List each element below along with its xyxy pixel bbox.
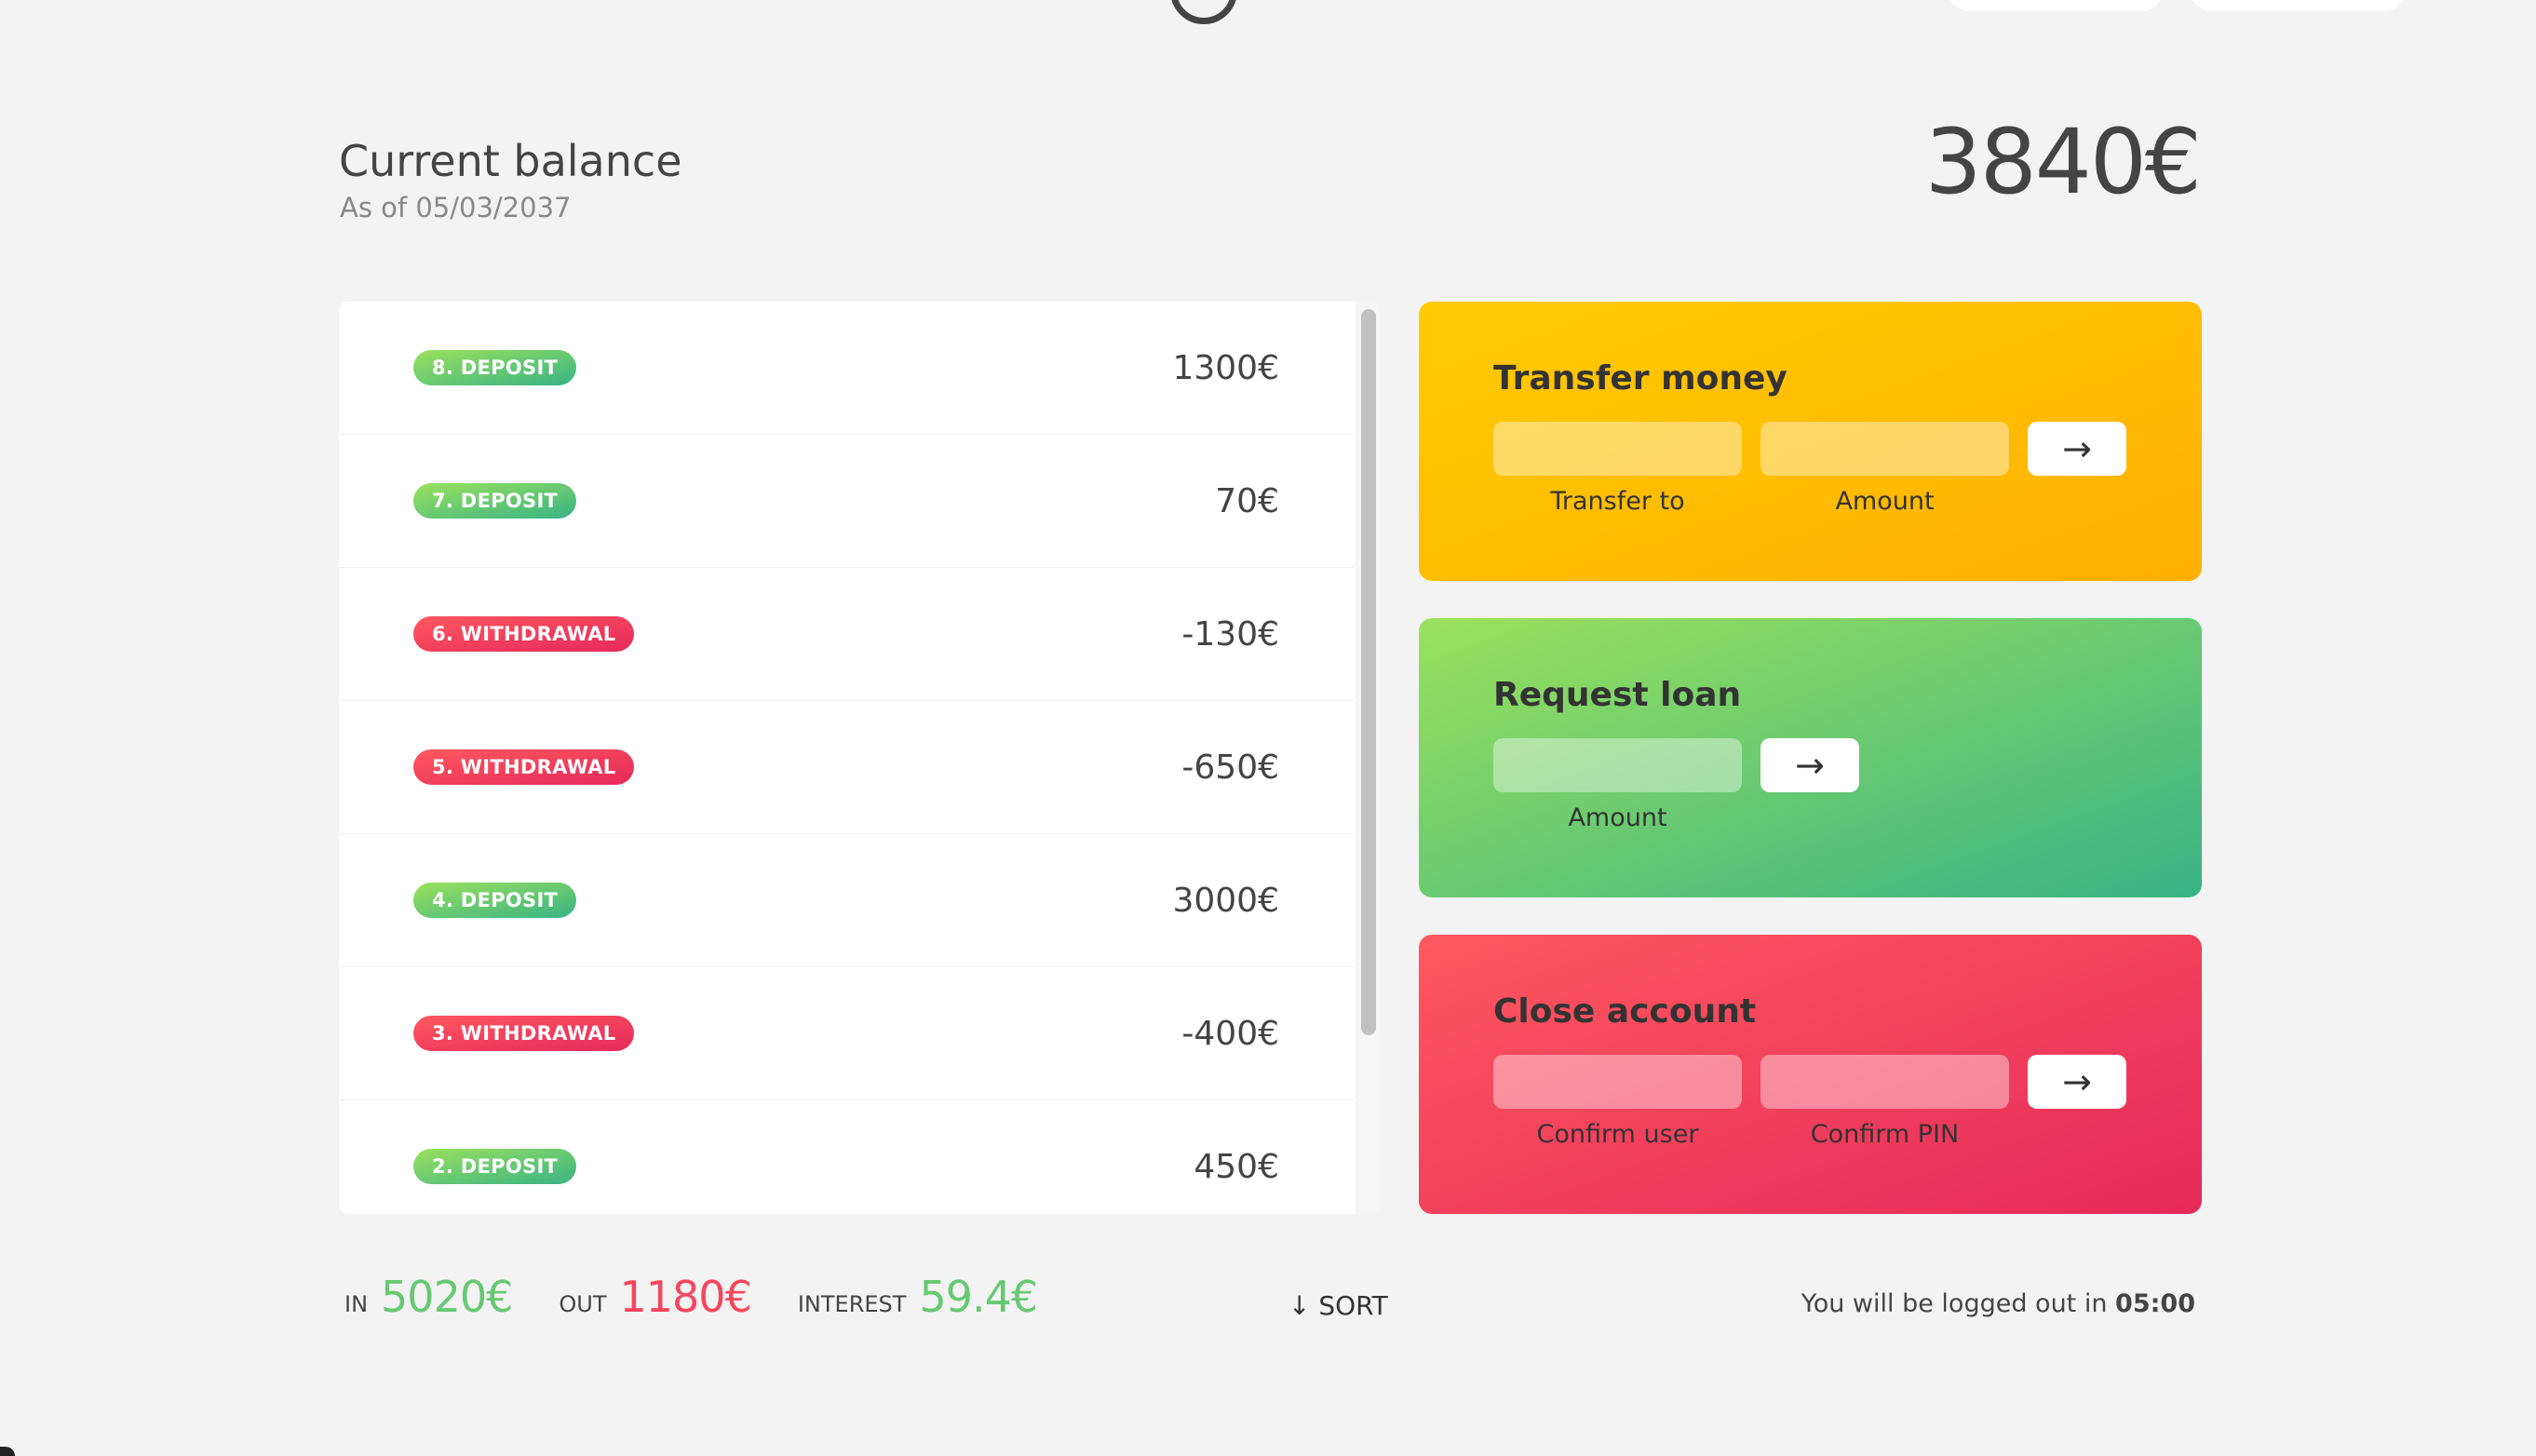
summary-interest-label: Interest <box>797 1291 907 1317</box>
confirm-user-label: Confirm user <box>1536 1120 1699 1149</box>
transfer-to-input[interactable] <box>1493 422 1742 476</box>
logout-timer-notice: You will be logged out in 05:00 <box>1801 1289 2195 1318</box>
movement-row: 4. DEPOSIT 3000€ <box>339 834 1354 967</box>
request-loan-card: Request loan Amount → <box>1419 618 2202 897</box>
movement-row: 7. DEPOSIT 70€ <box>339 435 1354 568</box>
balance-value: 3840€ <box>1924 110 2202 214</box>
movement-row: 2. DEPOSIT 450€ <box>339 1100 1354 1188</box>
balance-date: As of 05/03/2037 <box>340 192 572 223</box>
loan-amount-input[interactable] <box>1493 738 1742 792</box>
confirm-pin-label: Confirm PIN <box>1810 1120 1960 1149</box>
close-submit-button[interactable]: → <box>2028 1055 2126 1109</box>
movement-row: 8. DEPOSIT 1300€ <box>339 302 1354 435</box>
movement-type-badge: 3. WITHDRAWAL <box>413 1016 635 1051</box>
loan-amount-label: Amount <box>1568 803 1667 832</box>
summary-in-value: 5020€ <box>381 1272 513 1322</box>
movement-value: 1300€ <box>1172 348 1279 387</box>
transfer-money-card: Transfer money Transfer to Amount → <box>1419 302 2202 581</box>
balance-label: Current balance <box>339 136 682 186</box>
summary-interest-value: 59.4€ <box>919 1272 1038 1322</box>
transfer-amount-label: Amount <box>1835 487 1935 516</box>
transfer-form: Transfer to Amount → <box>1493 422 2127 516</box>
loan-form: Amount → <box>1493 738 2127 832</box>
logout-timer: 05:00 <box>2115 1289 2195 1318</box>
scrollbar-thumb[interactable] <box>1361 309 1376 1035</box>
movement-type-badge: 6. WITHDRAWAL <box>413 616 635 652</box>
login-user-input[interactable] <box>1948 0 2164 11</box>
movement-row: 3. WITHDRAWAL -400€ <box>339 967 1354 1100</box>
logout-text: You will be logged out in <box>1801 1289 2116 1318</box>
movement-value: 70€ <box>1215 481 1279 520</box>
movement-value: 3000€ <box>1172 881 1279 920</box>
summary-in-label: In <box>344 1291 369 1317</box>
transfer-amount-input[interactable] <box>1760 422 2009 476</box>
movement-type-badge: 8. DEPOSIT <box>413 350 577 385</box>
movement-value: -650€ <box>1181 748 1279 787</box>
movement-row: 6. WITHDRAWAL -130€ <box>339 568 1354 701</box>
summary-bar: In 5020€ Out 1180€ Interest 59.4€ <box>344 1272 1084 1322</box>
window-corner <box>0 1447 15 1456</box>
login-pin-input[interactable] <box>2190 0 2406 11</box>
summary-out-label: Out <box>559 1291 607 1317</box>
close-account-card: Close account Confirm user Confirm PIN → <box>1419 935 2202 1214</box>
movement-type-badge: 7. DEPOSIT <box>413 483 577 519</box>
transfer-title: Transfer money <box>1493 359 1787 398</box>
transfer-to-label: Transfer to <box>1550 487 1685 516</box>
movements-list[interactable]: 8. DEPOSIT 1300€ 7. DEPOSIT 70€ 6. WITHDRAWA… <box>339 302 1380 1214</box>
transfer-submit-button[interactable]: → <box>2028 422 2126 476</box>
movements-scroll-area[interactable]: 8. DEPOSIT 1300€ 7. DEPOSIT 70€ 6. WITHDRAWA… <box>339 302 1354 1188</box>
loan-submit-button[interactable]: → <box>1760 738 1859 792</box>
movement-value: 450€ <box>1194 1147 1279 1186</box>
close-title: Close account <box>1493 992 1757 1031</box>
scrollbar[interactable] <box>1356 302 1380 1214</box>
bankist-app: Current balance As of 05/03/2037 3840€ 8… <box>0 0 2536 1456</box>
close-form: Confirm user Confirm PIN → <box>1493 1055 2127 1149</box>
movement-value: -400€ <box>1181 1014 1279 1053</box>
movement-type-badge: 2. DEPOSIT <box>413 1149 577 1184</box>
confirm-user-input[interactable] <box>1493 1055 1742 1109</box>
sort-button[interactable]: ↓ SORT <box>1288 1290 1388 1321</box>
movement-type-badge: 5. WITHDRAWAL <box>413 749 635 785</box>
confirm-pin-input[interactable] <box>1760 1055 2009 1109</box>
loan-title: Request loan <box>1493 676 1742 714</box>
summary-out-value: 1180€ <box>619 1272 752 1322</box>
movement-type-badge: 4. DEPOSIT <box>413 883 577 918</box>
logo-icon <box>1170 0 1237 24</box>
movement-row: 5. WITHDRAWAL -650€ <box>339 701 1354 834</box>
movement-value: -130€ <box>1181 614 1279 654</box>
